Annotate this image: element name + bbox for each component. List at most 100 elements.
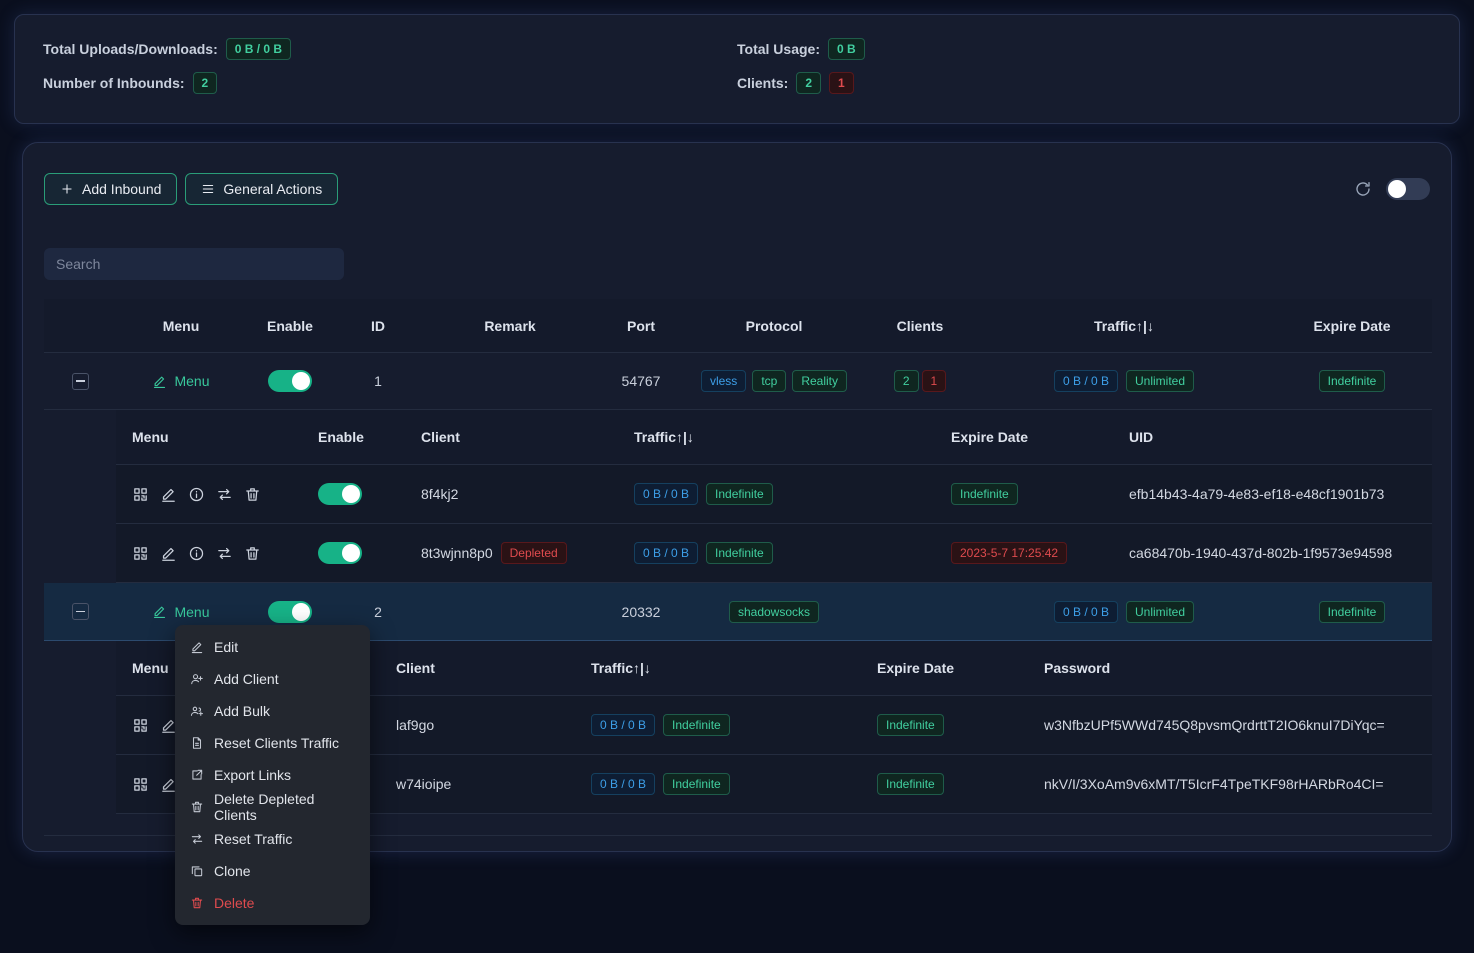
general-actions-button[interactable]: General Actions — [185, 173, 338, 205]
qr-code-icon[interactable] — [132, 545, 149, 562]
toolbar: Add Inbound General Actions — [44, 172, 1430, 206]
stat-uploads-downloads-badge: 0 B / 0 B — [226, 38, 291, 60]
inbound-menu-trigger[interactable]: Menu — [152, 604, 209, 620]
menu-item-add-bulk[interactable]: Add Bulk — [175, 695, 370, 727]
reset-clients-traffic-icon — [190, 736, 204, 750]
header-client-expire: Expire Date — [941, 429, 1121, 445]
menu-item-clone[interactable]: Clone — [175, 855, 370, 887]
search-input[interactable] — [44, 248, 344, 280]
clone-icon — [190, 864, 204, 878]
inbound-context-menu: Edit Add Client Add Bulk Reset Clients T… — [175, 625, 370, 925]
menu-item-label: Delete — [214, 895, 254, 911]
edit-icon[interactable] — [160, 545, 177, 562]
header-expire-date: Expire Date — [1272, 318, 1432, 334]
stat-label: Number of Inbounds: — [43, 75, 185, 91]
menu-item-reset-traffic[interactable]: Reset Traffic — [175, 823, 370, 855]
client-uid: efb14b43-4a79-4e83-ef18-e48cf1901b73 — [1129, 486, 1384, 502]
client-expire-badge: Indefinite — [877, 773, 944, 795]
traffic-badge: 0 B / 0 B — [1054, 370, 1118, 392]
export-links-icon — [190, 768, 204, 782]
edit-icon — [152, 374, 167, 389]
header-id: ID — [334, 318, 422, 334]
header-protocol: Protocol — [684, 318, 864, 334]
add-inbound-label: Add Inbound — [82, 181, 161, 197]
client-traffic-badge: 0 B / 0 B — [634, 483, 698, 505]
client-row-8t3wjnn8p0: 8t3wjnn8p0 Depleted 0 B / 0 B Indefinite… — [116, 524, 1432, 583]
client-expire-badge: 2023-5-7 17:25:42 — [951, 542, 1067, 564]
info-icon[interactable] — [188, 486, 205, 503]
menu-item-delete-depleted-clients[interactable]: Delete Depleted Clients — [175, 791, 370, 823]
client-expire-badge: Indefinite — [951, 483, 1018, 505]
add-inbound-button[interactable]: Add Inbound — [44, 173, 177, 205]
header-client-menu: Menu — [116, 429, 302, 445]
header-port: Port — [598, 318, 684, 334]
menu-item-add-client[interactable]: Add Client — [175, 663, 370, 695]
inbound-traffic: 0 B / 0 B Unlimited — [976, 601, 1272, 623]
menu-item-reset-clients-traffic[interactable]: Reset Clients Traffic — [175, 727, 370, 759]
client-enable-toggle[interactable] — [318, 542, 362, 564]
security-tag: Reality — [792, 370, 847, 392]
inbound-port: 20332 — [598, 604, 684, 620]
inbound-menu-trigger[interactable]: Menu — [152, 373, 209, 389]
header-client-traffic: Traffic↑|↓ — [571, 660, 861, 676]
inbound-enable-toggle[interactable] — [268, 370, 312, 392]
inbound-menu-label: Menu — [174, 373, 209, 389]
client-enable-toggle[interactable] — [318, 483, 362, 505]
stat-total-uploads-downloads: Total Uploads/Downloads: 0 B / 0 B — [43, 38, 737, 60]
search-bar — [44, 248, 1430, 280]
menu-item-export-links[interactable]: Export Links — [175, 759, 370, 791]
stat-inbounds-badge: 2 — [193, 72, 218, 94]
client-traffic-limit-badge: Indefinite — [663, 714, 730, 736]
client-name: 8f4kj2 — [421, 486, 458, 502]
reset-traffic-icon — [190, 832, 204, 846]
inbound-enable-toggle[interactable] — [268, 601, 312, 623]
delete-icon[interactable] — [244, 486, 261, 503]
edit-icon[interactable] — [160, 486, 177, 503]
protocol-tag: shadowsocks — [729, 601, 819, 623]
menu-item-label: Reset Clients Traffic — [214, 735, 339, 751]
stats-card: Total Uploads/Downloads: 0 B / 0 B Total… — [14, 14, 1460, 124]
qr-code-icon[interactable] — [132, 776, 149, 793]
menu-item-edit[interactable]: Edit — [175, 631, 370, 663]
reset-traffic-icon[interactable] — [216, 545, 233, 562]
menu-item-label: Reset Traffic — [214, 831, 292, 847]
refresh-icon[interactable] — [1354, 180, 1372, 198]
menu-item-label: Edit — [214, 639, 238, 655]
client-traffic-limit-badge: Indefinite — [706, 542, 773, 564]
stat-label: Clients: — [737, 75, 788, 91]
client-password: w3NfbzUPf5WWd745Q8pvsmQrdrttT2IO6knuI7Di… — [1044, 717, 1385, 733]
header-enable: Enable — [246, 318, 334, 334]
general-actions-label: General Actions — [223, 181, 322, 197]
header-clients: Clients — [864, 318, 976, 334]
reset-traffic-icon[interactable] — [216, 486, 233, 503]
collapse-inbound-button[interactable] — [72, 373, 89, 390]
client-table-header-row: Menu Enable Client Traffic↑|↓ Expire Dat… — [116, 410, 1432, 465]
stat-usage-badge: 0 B — [828, 38, 865, 60]
stat-clients-active-badge: 2 — [796, 72, 821, 94]
menu-item-label: Delete Depleted Clients — [214, 791, 355, 823]
collapse-inbound-button[interactable] — [72, 603, 89, 620]
inbound-protocol-tags: vless tcp Reality — [684, 370, 864, 392]
header-traffic-sort[interactable]: Traffic↑|↓ — [976, 318, 1272, 334]
header-remark: Remark — [422, 318, 598, 334]
qr-code-icon[interactable] — [132, 717, 149, 734]
delete-icon[interactable] — [244, 545, 261, 562]
auto-refresh-toggle[interactable] — [1386, 178, 1430, 200]
add-client-icon — [190, 672, 204, 686]
client-actions — [132, 545, 261, 562]
stat-clients-depleted-badge: 1 — [829, 72, 854, 94]
qr-code-icon[interactable] — [132, 486, 149, 503]
expire-badge: Indefinite — [1319, 370, 1386, 392]
client-traffic-badge: 0 B / 0 B — [591, 714, 655, 736]
client-name: w74ioipe — [396, 776, 451, 792]
stat-clients: Clients: 2 1 — [737, 72, 1431, 94]
client-actions — [132, 486, 261, 503]
inbound-protocol-tags: shadowsocks — [684, 601, 864, 623]
inbound-clients-counts: 2 1 — [864, 370, 976, 392]
traffic-limit-badge: Unlimited — [1126, 370, 1194, 392]
menu-item-delete[interactable]: Delete — [175, 887, 370, 919]
header-client-enable: Enable — [302, 429, 391, 445]
inbound-id: 1 — [334, 373, 422, 389]
info-icon[interactable] — [188, 545, 205, 562]
header-client-expire: Expire Date — [861, 660, 1031, 676]
